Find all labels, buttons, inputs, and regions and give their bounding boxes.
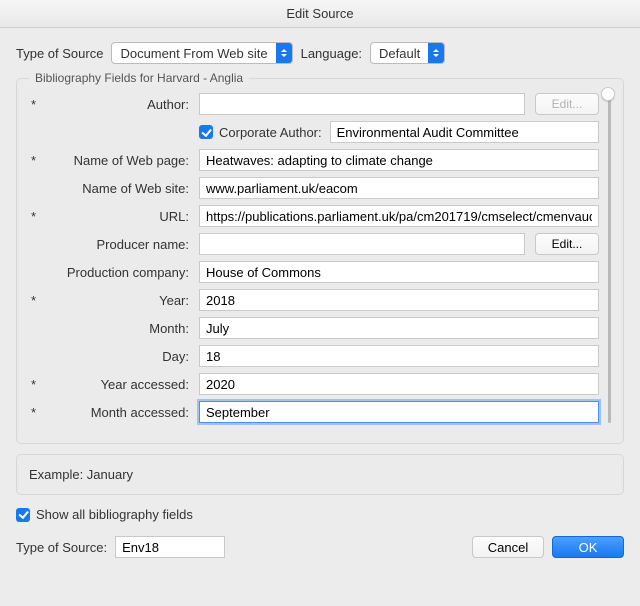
producer-input[interactable] bbox=[199, 233, 525, 255]
row-month-accessed: * Month accessed: bbox=[31, 401, 599, 423]
row-day: Day: bbox=[31, 345, 599, 367]
dialog-content: Type of Source Document From Web site La… bbox=[0, 28, 640, 568]
corporate-author-input[interactable] bbox=[330, 121, 599, 143]
row-year-accessed: * Year accessed: bbox=[31, 373, 599, 395]
tag-label: Type of Source: bbox=[16, 540, 107, 555]
top-row: Type of Source Document From Web site La… bbox=[16, 42, 624, 64]
day-input[interactable] bbox=[199, 345, 599, 367]
row-year: * Year: bbox=[31, 289, 599, 311]
row-corporate-author: Corporate Author: bbox=[31, 121, 599, 143]
required-star: * bbox=[31, 405, 41, 420]
updown-icon bbox=[276, 43, 292, 63]
webpage-label: Name of Web page: bbox=[45, 153, 195, 168]
website-label: Name of Web site: bbox=[45, 181, 195, 196]
language-value: Default bbox=[371, 46, 428, 61]
type-of-source-value: Document From Web site bbox=[112, 46, 275, 61]
bottom-row: Type of Source: Cancel OK bbox=[16, 536, 624, 558]
webpage-input[interactable] bbox=[199, 149, 599, 171]
required-star: * bbox=[31, 377, 41, 392]
prod-company-input[interactable] bbox=[199, 261, 599, 283]
day-label: Day: bbox=[45, 349, 195, 364]
producer-edit-button[interactable]: Edit... bbox=[535, 233, 599, 255]
type-of-source-select[interactable]: Document From Web site bbox=[111, 42, 292, 64]
author-input[interactable] bbox=[199, 93, 525, 115]
url-label: URL: bbox=[45, 209, 195, 224]
edit-source-dialog: Edit Source Type of Source Document From… bbox=[0, 0, 640, 568]
prod-company-label: Production company: bbox=[45, 265, 195, 280]
row-author: * Author: Edit... bbox=[31, 93, 599, 115]
row-month: Month: bbox=[31, 317, 599, 339]
required-star: * bbox=[31, 153, 41, 168]
show-all-label: Show all bibliography fields bbox=[36, 507, 193, 522]
row-prod-company: Production company: bbox=[31, 261, 599, 283]
show-all-row: Show all bibliography fields bbox=[16, 507, 624, 522]
tag-input[interactable] bbox=[115, 536, 225, 558]
row-url: * URL: bbox=[31, 205, 599, 227]
producer-label: Producer name: bbox=[45, 237, 195, 252]
year-input[interactable] bbox=[199, 289, 599, 311]
author-label: Author: bbox=[45, 97, 195, 112]
year-accessed-label: Year accessed: bbox=[45, 377, 195, 392]
month-accessed-input[interactable] bbox=[199, 401, 599, 423]
scrollbar-track[interactable] bbox=[608, 93, 611, 423]
corporate-author-checkbox[interactable] bbox=[199, 125, 213, 139]
month-label: Month: bbox=[45, 321, 195, 336]
month-input[interactable] bbox=[199, 317, 599, 339]
required-star: * bbox=[31, 97, 41, 112]
month-accessed-label: Month accessed: bbox=[45, 405, 195, 420]
required-star: * bbox=[31, 293, 41, 308]
language-select[interactable]: Default bbox=[370, 42, 445, 64]
updown-icon bbox=[428, 43, 444, 63]
row-website: Name of Web site: bbox=[31, 177, 599, 199]
year-label: Year: bbox=[45, 293, 195, 308]
row-producer: Producer name: Edit... bbox=[31, 233, 599, 255]
group-legend: Bibliography Fields for Harvard - Anglia bbox=[29, 71, 249, 85]
row-webpage: * Name of Web page: bbox=[31, 149, 599, 171]
bibliography-group: Bibliography Fields for Harvard - Anglia… bbox=[16, 78, 624, 444]
author-edit-button[interactable]: Edit... bbox=[535, 93, 599, 115]
corporate-author-ck-label: Corporate Author: bbox=[219, 125, 322, 140]
cancel-button[interactable]: Cancel bbox=[472, 536, 544, 558]
dialog-title: Edit Source bbox=[0, 0, 640, 28]
year-accessed-input[interactable] bbox=[199, 373, 599, 395]
type-of-source-label: Type of Source bbox=[16, 46, 103, 61]
website-input[interactable] bbox=[199, 177, 599, 199]
url-input[interactable] bbox=[199, 205, 599, 227]
fields-area: * Author: Edit... Corporate Author: bbox=[31, 93, 609, 423]
scrollbar-thumb[interactable] bbox=[601, 87, 615, 101]
required-star: * bbox=[31, 209, 41, 224]
show-all-checkbox[interactable] bbox=[16, 508, 30, 522]
example-panel: Example: January bbox=[16, 454, 624, 495]
language-label: Language: bbox=[301, 46, 362, 61]
corporate-author-checkbox-wrap: Corporate Author: bbox=[199, 125, 322, 140]
ok-button[interactable]: OK bbox=[552, 536, 624, 558]
